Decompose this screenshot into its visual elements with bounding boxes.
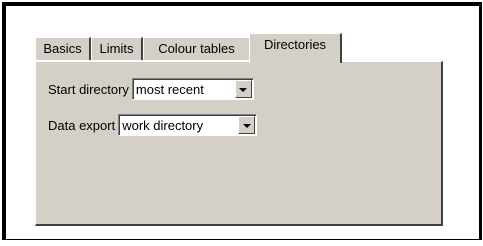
tab-directories-label: Directories [263, 37, 327, 52]
data-export-select[interactable]: work directory [118, 114, 258, 136]
start-directory-select[interactable]: most recent [131, 78, 254, 100]
tab-basics-label: Basics [43, 41, 82, 56]
tab-colour-tables-label: Colour tables [158, 41, 235, 56]
tab-limits-label: Limits [99, 41, 134, 56]
chevron-down-icon [242, 123, 251, 128]
start-directory-row: Start directory most recent [48, 78, 254, 100]
tab-colour-tables[interactable]: Colour tables [143, 37, 251, 60]
tab-basics[interactable]: Basics [35, 37, 91, 60]
data-export-row: Data export work directory [48, 114, 258, 136]
data-export-label: Data export [48, 117, 116, 133]
start-directory-label: Start directory [48, 81, 129, 97]
tab-limits[interactable]: Limits [91, 37, 143, 60]
chevron-down-icon [239, 87, 248, 92]
start-directory-dropdown-button[interactable] [234, 80, 252, 98]
directories-panel: Start directory most recent Data export … [35, 61, 443, 226]
data-export-dropdown-button[interactable] [238, 116, 256, 134]
tab-directories[interactable]: Directories [249, 33, 342, 63]
data-export-value: work directory [122, 117, 204, 133]
start-directory-value: most recent [135, 81, 204, 97]
